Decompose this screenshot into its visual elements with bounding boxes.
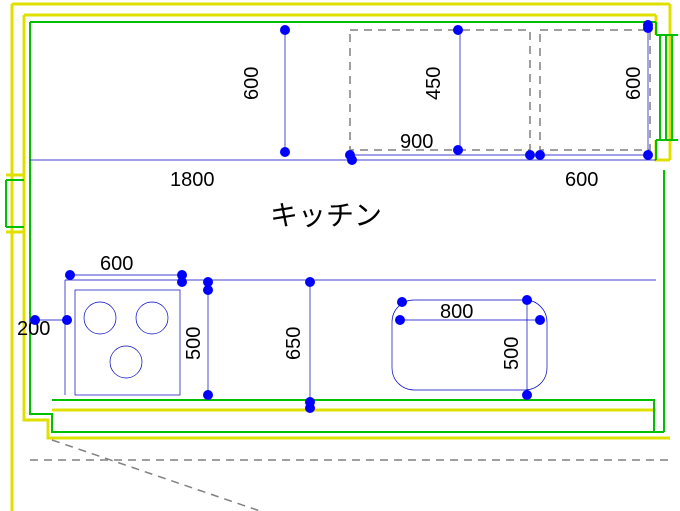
dim-450: 450 <box>423 67 445 100</box>
dim-650: 650 <box>283 327 305 360</box>
dim-500-cooktop: 500 <box>183 327 205 360</box>
dim-600-upper-depth: 600 <box>241 67 263 100</box>
dim-600-right-vert: 600 <box>623 67 645 100</box>
dim-600-upper-right: 600 <box>565 169 598 191</box>
dim-500-sink: 500 <box>501 337 523 370</box>
room-name: キッチン <box>270 200 382 231</box>
dim-1800: 1800 <box>170 169 215 191</box>
dim-600-cooktop: 600 <box>100 253 133 275</box>
dim-900: 900 <box>400 131 433 153</box>
floor-plan: 1800 900 600 600 450 600 600 200 500 650… <box>0 0 680 511</box>
